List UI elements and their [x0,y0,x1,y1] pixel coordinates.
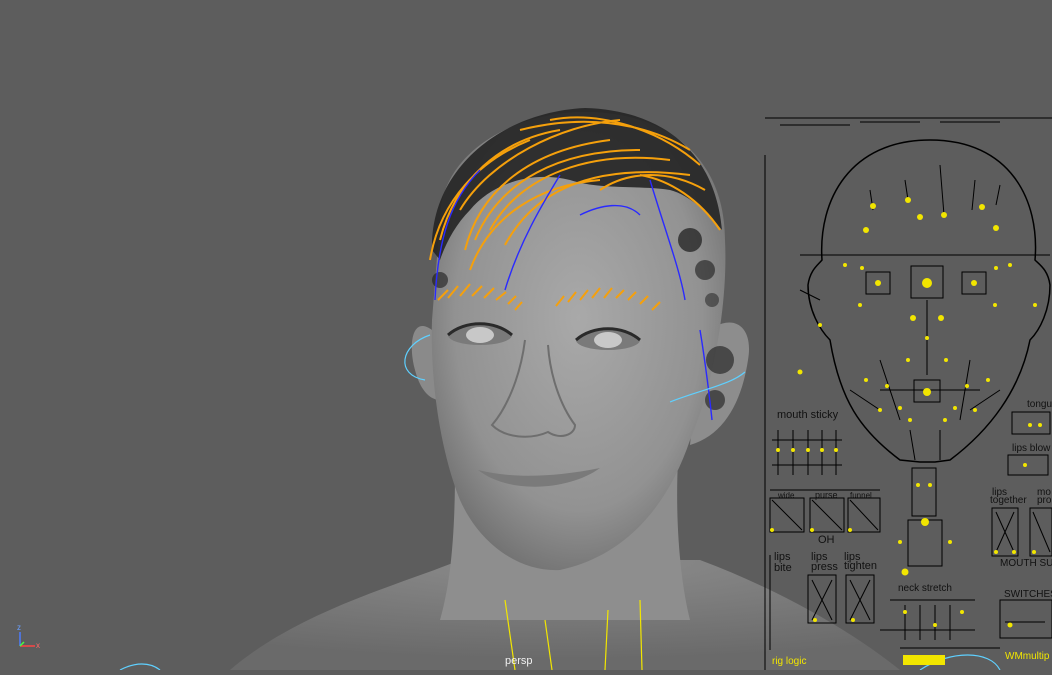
oh-purse-label: purse [815,490,838,500]
neck-stretch-label: neck stretch [898,583,952,594]
mouth-suck-label: MOUTH SUC [1000,558,1052,569]
oh-label: OH [818,534,835,546]
lips-bite-label-2: bite [774,562,792,574]
mouth-sticky-label: mouth sticky [777,409,839,421]
axis-x-label: x [36,641,40,650]
panel-head-outline [807,139,1051,463]
oh-wide-label: wide [778,491,795,500]
rig-logic-slider-fill[interactable] [903,655,945,665]
wm-multiply-label: WMmultip [1005,651,1050,662]
lips-press-label-2: press [811,561,838,573]
tongue-label: tongu [1027,399,1052,410]
axis-z-label: z [17,623,21,632]
axis-gizmo: z x [17,623,40,650]
camera-name-label: persp [505,655,533,667]
viewport-scene[interactable]: z x [0,0,1052,671]
maya-perspective-viewport[interactable]: z x mouth sticky lips blow tongu lips to… [0,0,1052,671]
rig-logic-label: rig logic [772,656,807,667]
lips-together-label-2: together [990,495,1027,506]
oh-funnel-label: funnel [850,491,872,500]
lips-tighten-label-2: tighten [844,560,878,572]
lips-bite-label-1: lips [774,551,791,563]
pro-label: pro [1037,495,1052,506]
switches-label: SWITCHES [1004,589,1052,600]
lips-blow-label: lips blow [1012,443,1051,454]
